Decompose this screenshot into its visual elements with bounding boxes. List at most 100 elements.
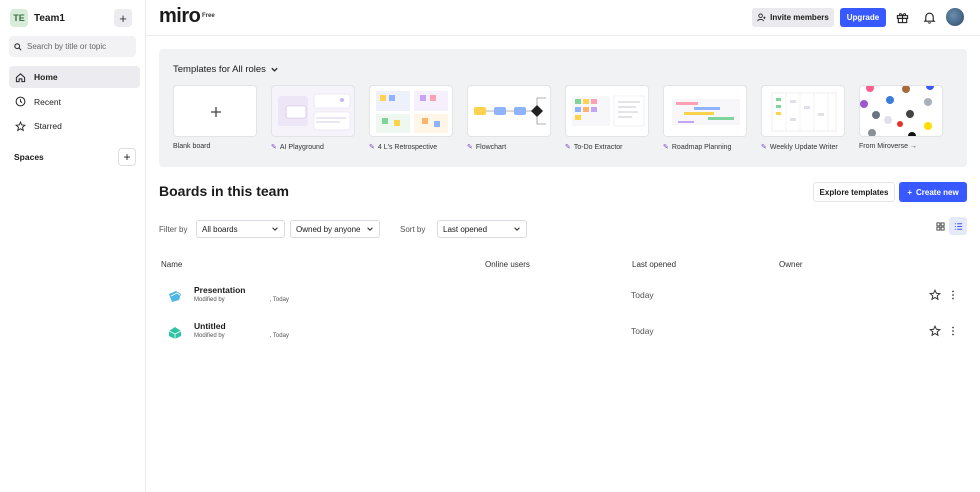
miroverse-preview (860, 86, 934, 136)
notifications-button[interactable] (921, 9, 937, 25)
modified-by-label: Modified by (194, 333, 225, 339)
invite-members-button[interactable]: Invite members (752, 8, 834, 27)
more-vertical-icon (952, 326, 954, 336)
sidebar-item-label: Starred (34, 121, 62, 132)
template-label: Blank board (173, 143, 211, 150)
add-space-button[interactable]: + (118, 148, 136, 166)
ai-sparkle-icon: ✎ (663, 144, 669, 151)
upgrade-button[interactable]: Upgrade (840, 8, 886, 27)
ai-sparkle-icon: ✎ (271, 144, 277, 151)
add-team-button[interactable]: + (114, 9, 132, 27)
board-title: Untitled (194, 321, 226, 331)
retrospective-preview (376, 91, 448, 133)
chevron-down-icon (272, 227, 278, 231)
template-blank-board[interactable]: Blank board (173, 85, 257, 151)
search-input[interactable] (27, 42, 127, 51)
template-4ls-retrospective[interactable]: ✎ 4 L's Retrospective (369, 85, 453, 151)
chevron-down-icon (514, 227, 520, 231)
miro-dashboard: TE Team1 + Home Recent Starred Spac (0, 0, 980, 492)
column-owner: Owner (779, 260, 803, 269)
template-from-miroverse[interactable]: From Miroverse → (859, 85, 943, 151)
team-switcher[interactable]: TE Team1 (10, 9, 65, 27)
template-flowchart[interactable]: ✎ Flowchart (467, 85, 551, 151)
template-list: Blank board ✎ AI Playground ✎ 4 L's Retros… (173, 85, 943, 151)
template-thumbnail (565, 85, 649, 137)
gift-icon (896, 12, 908, 23)
filter-boards-value: All boards (202, 224, 238, 234)
grid-view-button[interactable] (931, 217, 949, 235)
template-label: AI Playground (279, 143, 324, 151)
template-roadmap-planning[interactable]: ✎ Roadmap Planning (663, 85, 747, 151)
owner-filter-select[interactable]: Owned by anyone (290, 220, 380, 238)
more-vertical-icon (952, 290, 954, 300)
board-title: Presentation (194, 285, 246, 295)
search-box[interactable] (9, 36, 136, 57)
last-opened-value: Today (631, 290, 654, 300)
template-thumbnail (271, 85, 355, 137)
ai-sparkle-icon: ✎ (761, 144, 767, 151)
plus-icon: + (123, 150, 131, 164)
topbar: miro Free Invite members Upgrade (146, 0, 980, 36)
team-avatar: TE (10, 9, 28, 27)
star-icon[interactable] (929, 289, 941, 301)
invite-members-label: Invite members (770, 13, 829, 22)
owner-filter-value: Owned by anyone (296, 224, 361, 234)
gift-button[interactable] (894, 9, 910, 25)
template-weekly-update-writer[interactable]: ✎ Weekly Update Writer (761, 85, 845, 151)
more-options-button[interactable] (947, 289, 959, 301)
sidebar-item-recent[interactable]: Recent (9, 91, 140, 113)
sidebar-item-home[interactable]: Home (9, 66, 140, 88)
board-modified: Modified by , Today (194, 297, 289, 303)
list-view-button[interactable] (949, 217, 967, 235)
board-icon (168, 327, 182, 339)
template-label: 4 L's Retrospective (377, 143, 438, 151)
explore-templates-button[interactable]: Explore templates (813, 182, 895, 202)
more-options-button[interactable] (947, 325, 959, 337)
template-thumbnail (173, 85, 257, 137)
template-ai-playground[interactable]: ✎ AI Playground (271, 85, 355, 151)
template-thumbnail (467, 85, 551, 137)
flowchart-preview (474, 97, 546, 125)
template-thumbnail (761, 85, 845, 137)
sort-label: Sort by (400, 225, 426, 234)
template-todo-extractor[interactable]: ✎ To-Do Extractor (565, 85, 649, 151)
table-row[interactable]: Untitled Modified by , Today Today (159, 317, 967, 351)
modified-when: , Today (269, 297, 289, 303)
user-avatar[interactable] (946, 8, 964, 26)
templates-heading: Templates for All roles (173, 64, 266, 75)
todo-extractor-preview (572, 95, 645, 127)
list-icon (954, 222, 962, 230)
create-new-label: Create new (915, 187, 959, 197)
weekly-update-preview (771, 92, 837, 132)
star-icon[interactable] (929, 325, 941, 337)
home-icon (15, 72, 26, 82)
template-label: Roadmap Planning (671, 143, 732, 151)
sort-select[interactable]: Last opened (437, 220, 527, 238)
sidebar-item-label: Recent (34, 96, 61, 107)
team-name: Team1 (34, 12, 65, 24)
column-online-users: Online users (485, 260, 530, 269)
template-label: From Miroverse → (859, 143, 917, 150)
column-name[interactable]: Name (161, 260, 182, 269)
chevron-down-icon (367, 227, 373, 231)
column-last-opened[interactable]: Last opened (632, 260, 676, 269)
sidebar-item-starred[interactable]: Starred (9, 115, 140, 137)
roadmap-preview (672, 99, 740, 125)
search-icon (14, 42, 22, 51)
filter-boards-select[interactable]: All boards (196, 220, 285, 238)
templates-role-dropdown[interactable]: Templates for All roles (173, 64, 279, 75)
board-icon (169, 291, 181, 302)
star-icon (15, 120, 26, 132)
clock-icon (15, 96, 26, 107)
miro-logo[interactable]: miro (159, 5, 201, 28)
bell-icon (923, 12, 935, 24)
create-new-button[interactable]: + Create new (899, 182, 967, 202)
sidebar-nav: Home Recent Starred (9, 66, 140, 140)
ai-sparkle-icon: ✎ (565, 144, 571, 151)
ai-sparkle-icon: ✎ (369, 144, 375, 151)
sidebar-item-label: Home (34, 72, 58, 82)
plan-badge: Free (202, 13, 215, 19)
templates-panel: Templates for All roles Blank board ✎ AI … (159, 49, 967, 167)
table-row[interactable]: Presentation Modified by , Today Today (159, 281, 967, 315)
template-label: Weekly Update Writer (769, 143, 838, 151)
